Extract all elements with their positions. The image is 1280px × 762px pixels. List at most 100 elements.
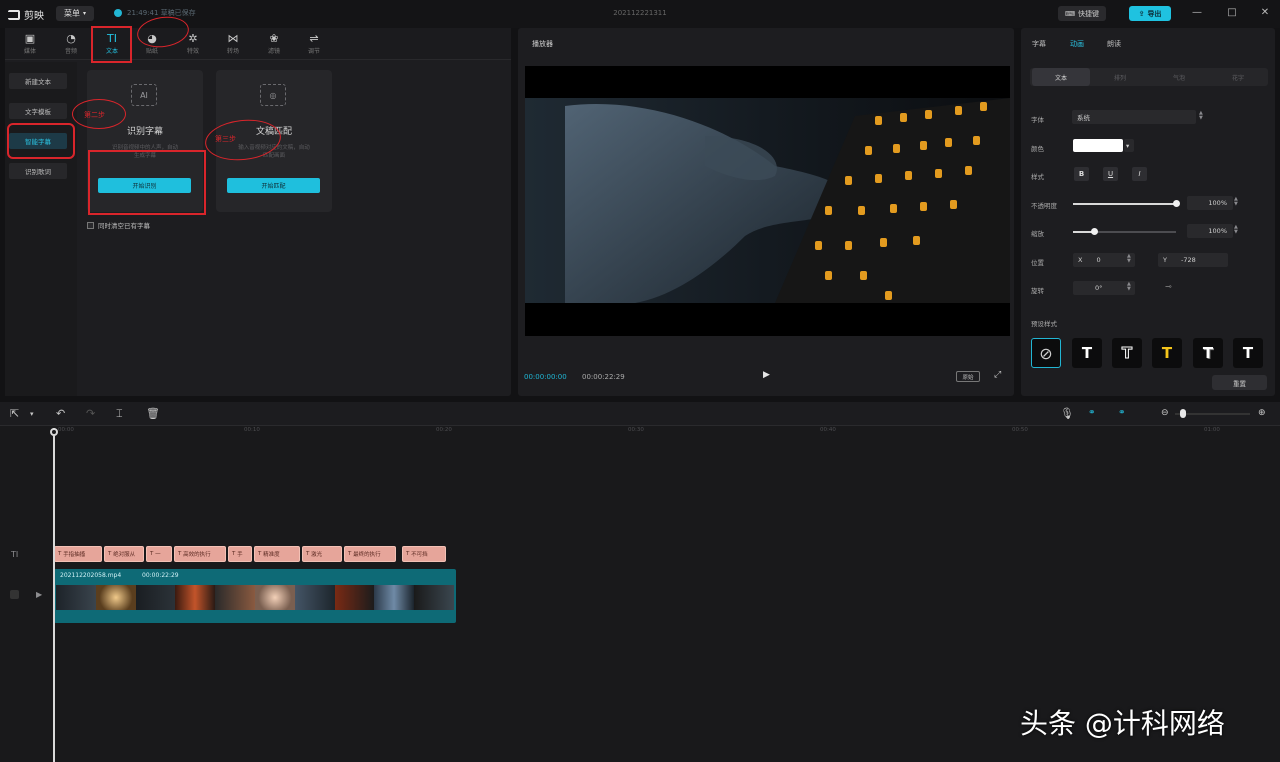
- rotate-reset-icon[interactable]: ⊸: [1165, 282, 1172, 291]
- video-thumbnail: [95, 585, 136, 610]
- subtitle-clip[interactable]: T 一: [146, 546, 172, 562]
- fullscreen-icon[interactable]: ⤢: [994, 370, 1001, 380]
- tab-adjust[interactable]: ⇌ 调节: [296, 28, 332, 60]
- audio-icon: ◔: [66, 32, 76, 45]
- italic-button[interactable]: I: [1132, 167, 1147, 181]
- close-button[interactable]: ✕: [1258, 7, 1272, 18]
- playhead-handle[interactable]: [50, 428, 58, 436]
- rotation-input[interactable]: 0°: [1073, 281, 1135, 295]
- tab-media[interactable]: ▣ 媒体: [12, 28, 48, 60]
- inspector-tab-animation[interactable]: 动画: [1070, 39, 1084, 49]
- undo-icon[interactable]: ↶: [56, 407, 65, 420]
- checkbox-box[interactable]: [87, 221, 94, 229]
- subtitle-clip[interactable]: T 最终的执行: [344, 546, 396, 562]
- microphone-icon[interactable]: 🎙: [1060, 407, 1074, 420]
- side-item-new-text[interactable]: 新建文本: [9, 73, 67, 89]
- tab-transition[interactable]: ⋈ 转场: [215, 28, 251, 60]
- document-match-icon: ◎: [260, 84, 286, 106]
- color-label: 颜色: [1031, 145, 1044, 153]
- reset-button[interactable]: 重置: [1212, 375, 1267, 390]
- pos-x-value: 0: [1096, 256, 1101, 264]
- subtitle-clip-text: 手指抽搐: [63, 552, 86, 558]
- ruler-label: 01:00: [1204, 427, 1220, 433]
- preset-plain[interactable]: T: [1233, 338, 1263, 368]
- main-track-magnet-icon[interactable]: ⚭: [1088, 408, 1096, 418]
- video-thumbnail: [135, 585, 176, 610]
- cursor-dropdown-icon[interactable]: ▾: [30, 410, 34, 418]
- video-thumbnail: [294, 585, 335, 610]
- annotation-box-smart-subtitle: [7, 123, 75, 159]
- pos-x-stepper-icon[interactable]: ▲ ▼: [1127, 254, 1131, 264]
- play-icon[interactable]: ▶: [763, 370, 770, 380]
- subtitle-clip-text: 手: [237, 552, 243, 558]
- scale-input[interactable]: 100%: [1187, 224, 1233, 238]
- redo-icon[interactable]: ↷: [86, 407, 95, 420]
- opacity-stepper-icon[interactable]: ▲ ▼: [1234, 197, 1238, 207]
- zoom-slider[interactable]: [1175, 413, 1250, 415]
- opacity-slider-handle[interactable]: [1173, 200, 1180, 207]
- video-thumbnail: [215, 585, 255, 610]
- scale-stepper-icon[interactable]: ▲ ▼: [1234, 225, 1238, 235]
- zoom-in-icon[interactable]: ⊕: [1258, 408, 1266, 418]
- split-icon[interactable]: ⌶: [116, 407, 123, 421]
- clear-existing-subtitles-checkbox[interactable]: 同时清空已有字幕: [87, 220, 150, 230]
- start-match-button[interactable]: 开始匹配: [227, 178, 320, 193]
- preset-outline[interactable]: T: [1112, 338, 1142, 368]
- subtitle-clip[interactable]: T 不可挡: [402, 546, 446, 562]
- scale-slider-handle[interactable]: [1090, 228, 1098, 235]
- video-thumbnail: [334, 585, 375, 610]
- preset-yellow[interactable]: T: [1152, 338, 1182, 368]
- subtitle-clip[interactable]: T 手: [228, 546, 252, 562]
- clip-text-icon: T: [150, 551, 154, 557]
- select-cursor-icon[interactable]: ⇱: [10, 407, 19, 420]
- clip-text-icon: T: [306, 551, 310, 557]
- position-y-input[interactable]: Y -728: [1158, 253, 1228, 267]
- subtitle-clip[interactable]: T 高效的执行: [174, 546, 226, 562]
- linkage-icon[interactable]: ⚭: [1118, 408, 1126, 418]
- preset-white[interactable]: T: [1072, 338, 1102, 368]
- side-item-recognize-lyrics[interactable]: 识别歌词: [9, 163, 67, 179]
- video-preview[interactable]: [525, 66, 1010, 336]
- font-select-chevron-icon[interactable]: ▲ ▼: [1199, 111, 1203, 121]
- inspector-tab-read[interactable]: 朗读: [1107, 39, 1121, 49]
- minimize-button[interactable]: —: [1190, 7, 1204, 18]
- font-select[interactable]: 系统: [1072, 110, 1196, 124]
- side-item-label: 识别歌词: [25, 168, 51, 176]
- maximize-button[interactable]: □: [1225, 7, 1239, 18]
- subtab-bubble[interactable]: 气泡: [1150, 68, 1208, 86]
- scale-slider[interactable]: [1073, 231, 1176, 233]
- color-dropdown-icon[interactable]: ▾: [1124, 139, 1134, 152]
- zoom-out-icon[interactable]: ⊖: [1161, 408, 1169, 418]
- video-thumbnail: [374, 585, 415, 610]
- preset-shadow[interactable]: T: [1193, 338, 1223, 368]
- side-item-text-template[interactable]: 文字模板: [9, 103, 67, 119]
- bold-button[interactable]: B: [1074, 167, 1089, 181]
- zoom-slider-handle[interactable]: [1180, 409, 1186, 418]
- subtab-arrange[interactable]: 排列: [1091, 68, 1149, 86]
- shortcut-label: 快捷键: [1078, 9, 1100, 18]
- aspect-ratio-button[interactable]: 原始: [956, 371, 980, 382]
- subtitle-clip[interactable]: T 绝对服从: [104, 546, 144, 562]
- delete-icon[interactable]: 🗑: [146, 407, 160, 420]
- subtitle-clip-text: 不可挡: [411, 552, 428, 558]
- subtitle-clip[interactable]: T 精准度: [254, 546, 300, 562]
- underline-button[interactable]: U: [1103, 167, 1118, 181]
- opacity-slider[interactable]: [1073, 203, 1176, 205]
- subtitle-clip-text: 最终的执行: [353, 552, 381, 558]
- subtab-fancy-text[interactable]: 花字: [1209, 68, 1267, 86]
- subtab-text[interactable]: 文本: [1032, 68, 1090, 86]
- export-button[interactable]: ⇪ 导出: [1129, 6, 1171, 21]
- subtitle-clip[interactable]: T 手指抽搐: [54, 546, 102, 562]
- color-swatch[interactable]: [1073, 139, 1123, 152]
- tab-audio[interactable]: ◔ 音频: [53, 28, 89, 60]
- rotation-stepper-icon[interactable]: ▲ ▼: [1127, 282, 1131, 292]
- subtitle-clip[interactable]: T 激光: [302, 546, 342, 562]
- playhead[interactable]: [53, 428, 55, 762]
- tab-filter[interactable]: ❀ 滤镜: [256, 28, 292, 60]
- track-lock-icon[interactable]: [10, 590, 19, 599]
- position-x-input[interactable]: X 0: [1073, 253, 1135, 267]
- opacity-input[interactable]: 100%: [1187, 196, 1233, 210]
- inspector-tab-subtitle[interactable]: 字幕: [1032, 39, 1046, 49]
- preset-none[interactable]: ⊘: [1031, 338, 1061, 368]
- shortcut-button[interactable]: ⌨ 快捷键: [1058, 6, 1106, 21]
